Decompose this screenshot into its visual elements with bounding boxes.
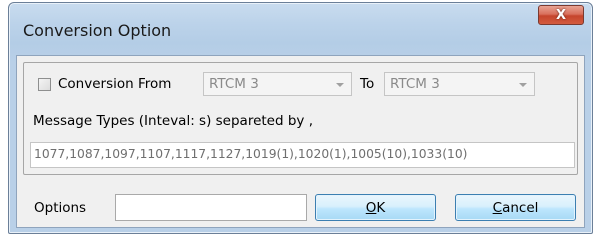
ok-mnemonic: O bbox=[365, 199, 377, 216]
cancel-mnemonic: C bbox=[492, 199, 503, 216]
to-label: To bbox=[360, 76, 375, 92]
message-types-input[interactable]: 1077,1087,1097,1107,1117,1127,1019(1),10… bbox=[30, 142, 575, 168]
options-label: Options bbox=[34, 200, 87, 216]
conversion-to-value: RTCM 3 bbox=[390, 76, 440, 92]
conversion-from-select[interactable]: RTCM 3 bbox=[203, 72, 352, 96]
close-icon: X bbox=[555, 7, 567, 23]
message-types-label: Message Types (Inteval: s) separeted by … bbox=[33, 113, 313, 129]
cancel-label-rest: ancel bbox=[502, 199, 539, 216]
ok-label-rest: K bbox=[376, 199, 386, 216]
options-input[interactable] bbox=[115, 194, 307, 221]
chevron-down-icon bbox=[336, 83, 344, 87]
chevron-down-icon bbox=[519, 83, 527, 87]
conversion-from-value: RTCM 3 bbox=[209, 76, 259, 92]
conversion-option-dialog: Conversion Option X Conversion From RTCM… bbox=[8, 2, 593, 234]
title-bar[interactable]: Conversion Option X bbox=[9, 3, 592, 55]
message-types-value: 1077,1087,1097,1107,1117,1127,1019(1),10… bbox=[34, 147, 468, 161]
close-button[interactable]: X bbox=[538, 5, 584, 25]
ok-button[interactable]: OK bbox=[315, 194, 436, 221]
conversion-to-select[interactable]: RTCM 3 bbox=[384, 72, 535, 96]
dialog-title: Conversion Option bbox=[23, 21, 172, 40]
dialog-body: Conversion From RTCM 3 To RTCM 3 Message… bbox=[16, 55, 585, 228]
cancel-button[interactable]: Cancel bbox=[455, 194, 576, 221]
conversion-from-checkbox[interactable] bbox=[38, 78, 51, 91]
conversion-from-label[interactable]: Conversion From bbox=[58, 76, 171, 92]
